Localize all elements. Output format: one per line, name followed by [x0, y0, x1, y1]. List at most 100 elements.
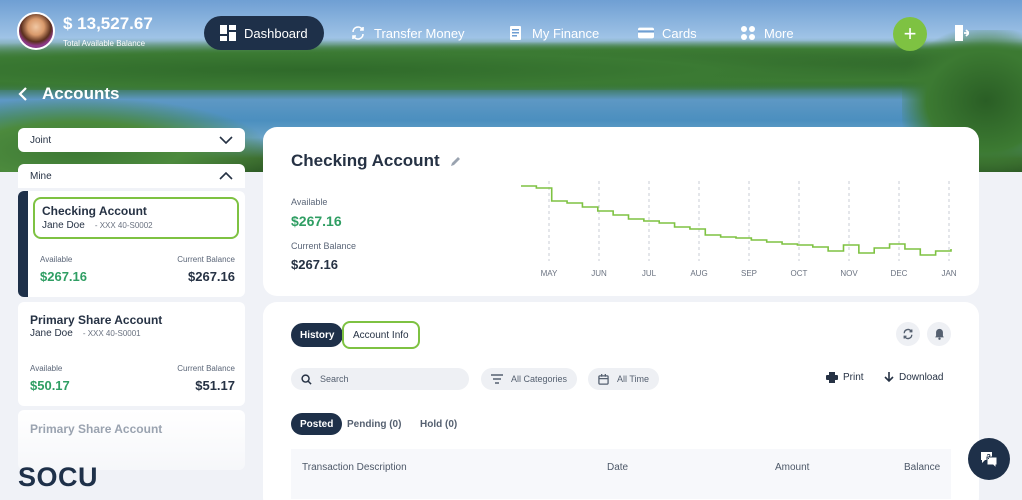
account-number: - XXX 40-S0002 [94, 221, 153, 230]
brand-logo: SOCU [18, 462, 99, 492]
time-filter[interactable]: All Time [588, 368, 660, 390]
nav-more-label: More [764, 25, 794, 41]
edit-pencil-icon[interactable] [450, 155, 462, 167]
x-tick-label: AUG [690, 269, 707, 278]
column-description: Transaction Description [302, 462, 407, 473]
search-input[interactable]: Search [291, 368, 469, 390]
account-name: Primary Share Account [30, 313, 163, 327]
account-summary-panel: Checking Account Available $267.16 Curre… [263, 127, 979, 296]
summary-available-amount: $267.16 [291, 213, 342, 229]
page-title-label: Accounts [42, 84, 120, 103]
nav-cards-label: Cards [662, 25, 697, 41]
group-joint-label: Joint [30, 134, 52, 146]
refresh-icon [903, 328, 913, 340]
filter-icon [491, 374, 503, 384]
group-mine-label: Mine [30, 170, 52, 182]
chevron-down-icon [219, 136, 233, 144]
account-title: Checking Account [291, 151, 462, 171]
account-card-primary-share-2[interactable]: Primary Share Account [18, 410, 245, 470]
x-tick-label: JUN [591, 269, 607, 278]
selected-indicator [18, 191, 28, 297]
search-placeholder: Search [320, 374, 349, 384]
print-button[interactable]: Print [826, 372, 864, 383]
logout-icon[interactable] [955, 25, 969, 41]
help-chat-button[interactable]: ? [968, 438, 1010, 480]
search-icon [301, 373, 312, 385]
nav-transfer-money[interactable]: Transfer Money [350, 16, 465, 50]
x-tick-label: DEC [891, 269, 908, 278]
account-name: Primary Share Account [30, 422, 163, 436]
account-card-checking[interactable]: Checking Account Jane Doe - XXX 40-S0002 … [18, 191, 245, 297]
chat-help-icon: ? [981, 452, 998, 468]
column-date: Date [607, 462, 629, 473]
time-filter-label: All Time [617, 374, 650, 384]
summary-available-label: Available [291, 197, 328, 207]
total-balance: $ 13,527.67 [63, 14, 153, 33]
account-title-label: Checking Account [291, 151, 440, 170]
x-tick-label: MAY [541, 269, 558, 278]
current-balance-label: Current Balance [177, 364, 235, 373]
tab-account-info[interactable]: Account Info [342, 321, 420, 349]
add-button[interactable]: + [893, 17, 927, 51]
x-tick-label: JUL [642, 269, 657, 278]
x-tick-label: NOV [840, 269, 858, 278]
column-balance: Balance [904, 462, 941, 473]
account-holder: Jane Doe - XXX 40-S0001 [30, 328, 141, 339]
summary-current-amount: $267.16 [291, 257, 338, 272]
nav-my-finance[interactable]: My Finance [508, 16, 599, 50]
transfer-icon [352, 26, 364, 40]
status-tab-pending[interactable]: Pending (0) [338, 413, 410, 435]
available-label: Available [30, 364, 63, 373]
dashboard-icon [220, 25, 236, 41]
account-name: Checking Account [42, 204, 147, 218]
refresh-button[interactable] [896, 322, 920, 346]
print-icon [826, 372, 838, 383]
current-balance-amount: $267.16 [188, 269, 235, 284]
page-title: Accounts [18, 84, 119, 104]
available-amount: $50.17 [30, 378, 70, 393]
back-chevron-icon[interactable] [18, 87, 28, 101]
nav-dashboard[interactable]: Dashboard [204, 16, 324, 50]
balance-series-line [521, 185, 952, 256]
x-tick-label: JAN [941, 269, 956, 278]
total-balance-label: Total Available Balance [63, 39, 146, 48]
print-label: Print [843, 372, 864, 383]
nav-transfer-label: Transfer Money [374, 25, 465, 41]
available-label: Available [40, 255, 73, 264]
x-tick-label: SEP [741, 269, 757, 278]
nav-finance-label: My Finance [532, 25, 600, 41]
available-amount: $267.16 [40, 269, 87, 284]
balance-line-chart: MAY JUN JUL AUG SEP OCT NOV DEC JAN [521, 181, 957, 278]
status-tab-hold[interactable]: Hold (0) [411, 413, 466, 435]
nav-cards[interactable]: Cards [638, 16, 697, 50]
calendar-icon [598, 373, 609, 385]
group-joint[interactable]: Joint [18, 128, 245, 152]
summary-current-label: Current Balance [291, 241, 357, 251]
category-filter-label: All Categories [511, 374, 568, 384]
tab-history[interactable]: History [291, 323, 344, 347]
column-amount: Amount [775, 462, 810, 473]
avatar[interactable] [17, 12, 55, 50]
account-highlight: Checking Account Jane Doe - XXX 40-S0002 [33, 197, 239, 239]
account-number: - XXX 40-S0001 [82, 329, 141, 338]
account-holder: Jane Doe - XXX 40-S0002 [42, 220, 153, 231]
chevron-up-icon [219, 172, 233, 180]
bell-icon [934, 328, 944, 340]
svg-text:?: ? [987, 454, 991, 461]
alerts-button[interactable] [927, 322, 951, 346]
category-filter[interactable]: All Categories [481, 368, 578, 390]
download-icon [884, 372, 894, 383]
card-icon [638, 27, 654, 39]
account-card-primary-share[interactable]: Primary Share Account Jane Doe - XXX 40-S… [18, 302, 245, 406]
more-icon [741, 26, 755, 40]
group-mine[interactable]: Mine [18, 164, 245, 188]
nav-dashboard-label: Dashboard [244, 25, 308, 41]
current-balance-label: Current Balance [177, 255, 235, 264]
download-button[interactable]: Download [884, 372, 943, 383]
x-tick-label: OCT [791, 269, 808, 278]
current-balance-amount: $51.17 [195, 378, 235, 393]
status-tab-posted[interactable]: Posted [291, 413, 343, 435]
table-header [291, 449, 951, 499]
finance-icon [510, 26, 521, 40]
nav-more[interactable]: More [740, 16, 794, 50]
